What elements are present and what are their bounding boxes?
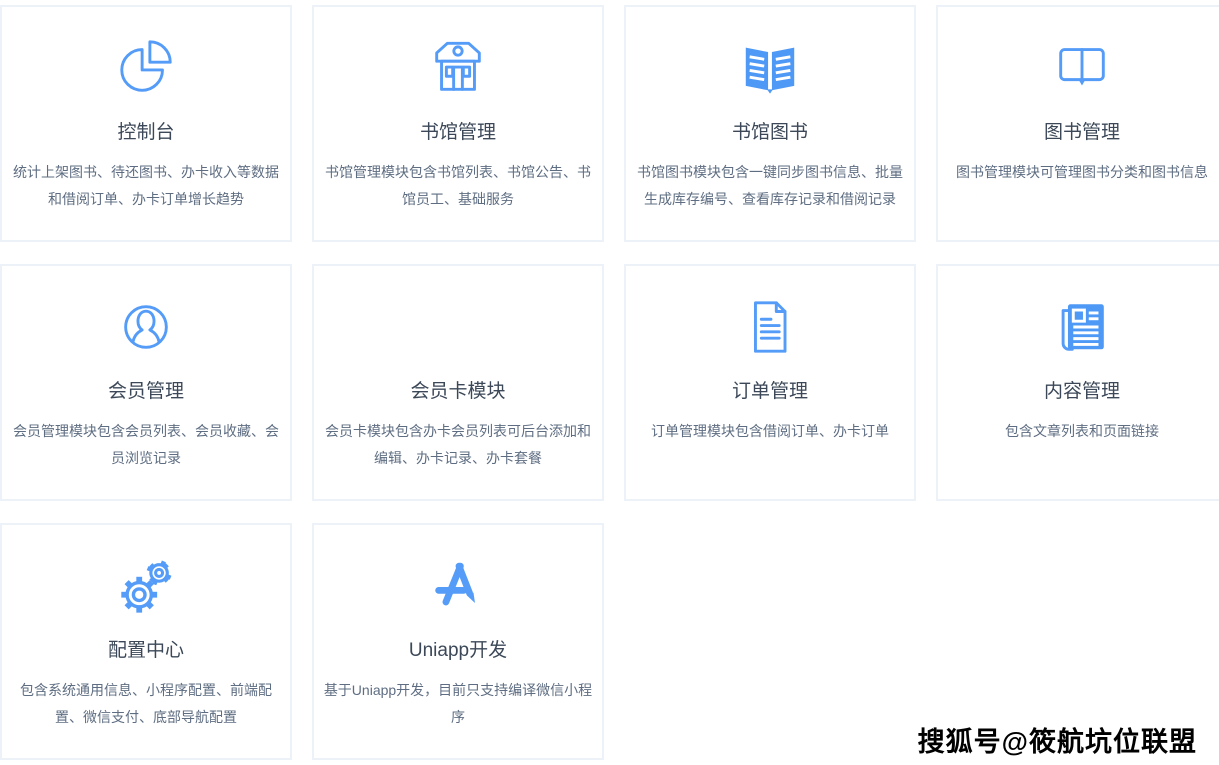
- card-description: 包含文章列表和页面链接: [1005, 418, 1159, 445]
- card-content-news[interactable]: 内容管理 包含文章列表和页面链接: [936, 264, 1219, 501]
- card-description: 统计上架图书、待还图书、办卡收入等数据和借阅订单、办卡订单增长趋势: [10, 159, 282, 213]
- card-description: 图书管理模块可管理图书分类和图书信息: [956, 159, 1208, 186]
- gears-icon: [115, 555, 177, 617]
- card-gears[interactable]: 配置中心 包含系统通用信息、小程序配置、前端配置、微信支付、底部导航配置: [0, 523, 292, 760]
- card-description: 书馆图书模块包含一键同步图书信息、批量生成库存编号、查看库存记录和借阅记录: [634, 159, 906, 213]
- uniapp-icon: [427, 555, 489, 617]
- card-description: 会员管理模块包含会员列表、会员收藏、会员浏览记录: [10, 418, 282, 472]
- card-description: 书馆管理模块包含书馆列表、书馆公告、书馆员工、基础服务: [322, 159, 594, 213]
- card-title: 会员管理: [108, 380, 184, 404]
- card-title: 内容管理: [1044, 380, 1120, 404]
- card-order-document[interactable]: 订单管理 订单管理模块包含借阅订单、办卡订单: [624, 264, 916, 501]
- card-title: 会员卡模块: [410, 380, 505, 404]
- card-member-card[interactable]: 会员卡模块 会员卡模块包含办卡会员列表可后台添加和编辑、办卡记录、办卡套餐: [312, 264, 604, 501]
- card-title: 书馆图书: [732, 121, 808, 145]
- order-document-icon: [739, 296, 801, 358]
- member-icon: [115, 296, 177, 358]
- card-title: 订单管理: [732, 380, 808, 404]
- card-title: 控制台: [117, 121, 174, 145]
- content-news-icon: [1051, 296, 1113, 358]
- pie-chart-icon: [115, 37, 177, 99]
- card-open-book-filled[interactable]: 书馆图书 书馆图书模块包含一键同步图书信息、批量生成库存编号、查看库存记录和借阅…: [624, 5, 916, 242]
- card-description: 基于Uniapp开发，目前只支持编译微信小程序: [322, 677, 594, 731]
- card-pie-chart[interactable]: 控制台 统计上架图书、待还图书、办卡收入等数据和借阅订单、办卡订单增长趋势: [0, 5, 292, 242]
- card-title: 书馆管理: [420, 121, 496, 145]
- card-description: 会员卡模块包含办卡会员列表可后台添加和编辑、办卡记录、办卡套餐: [322, 418, 594, 472]
- card-description: 订单管理模块包含借阅订单、办卡订单: [651, 418, 889, 445]
- book-outline-icon: [1051, 37, 1113, 99]
- card-uniapp[interactable]: Uniapp开发 基于Uniapp开发，目前只支持编译微信小程序: [312, 523, 604, 760]
- card-book-outline[interactable]: 图书管理 图书管理模块可管理图书分类和图书信息: [936, 5, 1219, 242]
- card-description: 包含系统通用信息、小程序配置、前端配置、微信支付、底部导航配置: [10, 677, 282, 731]
- card-title: Uniapp开发: [409, 639, 507, 663]
- open-book-filled-icon: [739, 37, 801, 99]
- card-member[interactable]: 会员管理 会员管理模块包含会员列表、会员收藏、会员浏览记录: [0, 264, 292, 501]
- card-title: 配置中心: [108, 639, 184, 663]
- card-title: 图书管理: [1044, 121, 1120, 145]
- watermark: 搜狐号@筱航坑位联盟: [918, 720, 1197, 759]
- library-building-icon: [427, 37, 489, 99]
- member-card-icon: [427, 296, 489, 358]
- card-grid: 控制台 统计上架图书、待还图书、办卡收入等数据和借阅订单、办卡订单增长趋势 书馆…: [0, 5, 1219, 760]
- card-library-building[interactable]: 书馆管理 书馆管理模块包含书馆列表、书馆公告、书馆员工、基础服务: [312, 5, 604, 242]
